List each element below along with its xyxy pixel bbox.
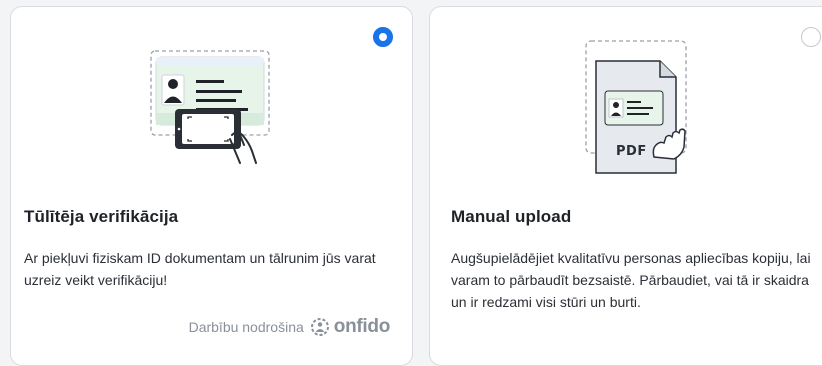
instant-verification-description: Ar piekļuvi fiziskam ID dokumentam un tā… [24,250,376,288]
pdf-label: PDF [616,144,647,159]
powered-by-label: Darbību nodrošina [188,319,304,335]
onfido-wordmark: onfido [333,316,391,337]
instant-verification-card[interactable]: Tūlītēja verifikācija Ar piekļuvi fizisk… [10,6,413,366]
manual-upload-card[interactable]: PDF Manual upload Augšupielādējiet kvali… [429,6,822,366]
id-card-phone-illustration [11,35,412,175]
onfido-logo: onfido [310,316,390,338]
manual-upload-description: Augšupielādējiet kvalitatīvu personas ap… [451,250,811,310]
powered-by-onfido: Darbību nodrošina onfido [188,316,391,338]
instant-verification-title: Tūlītēja verifikācija [24,207,179,226]
manual-upload-title: Manual upload [451,207,572,226]
onfido-logo-icon [310,318,329,336]
verification-options: Tūlītēja verifikācija Ar piekļuvi fizisk… [0,0,822,366]
